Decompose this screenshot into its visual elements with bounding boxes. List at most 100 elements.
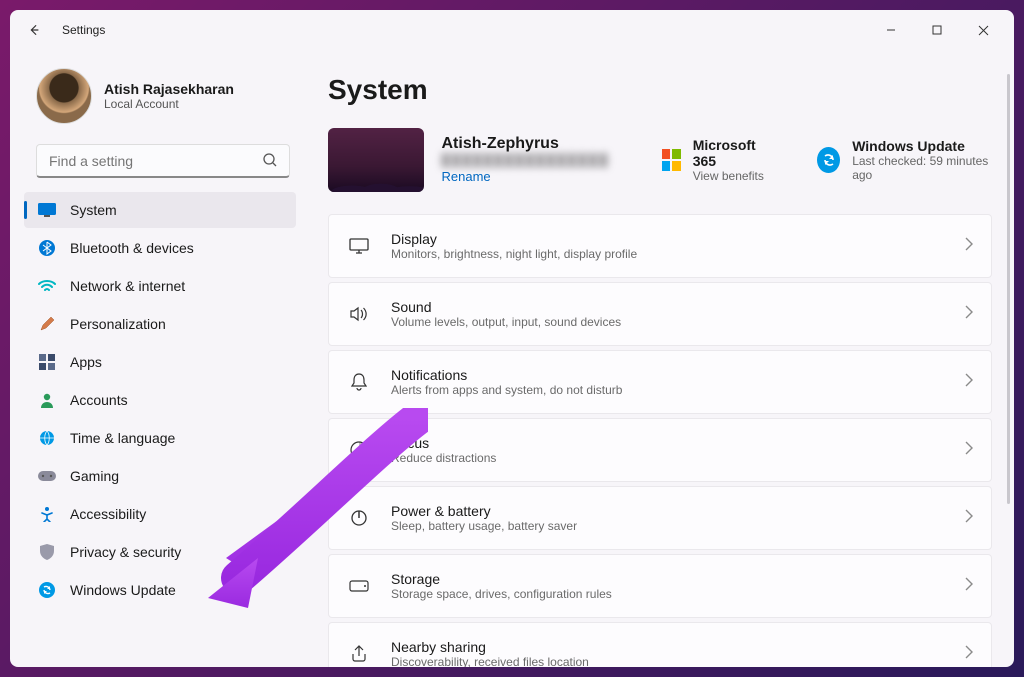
microsoft-365-tile[interactable]: Microsoft 365 View benefits xyxy=(662,137,772,183)
monitor-icon xyxy=(349,236,369,256)
drive-icon xyxy=(349,576,369,596)
card-sub: Monitors, brightness, night light, displ… xyxy=(391,247,965,261)
nav-label: Gaming xyxy=(70,468,119,484)
scrollbar[interactable] xyxy=(1007,74,1010,504)
minimize-button[interactable] xyxy=(868,14,914,46)
globe-icon xyxy=(38,429,56,447)
device-hero: Atish-Zephyrus ████████████████ Rename M… xyxy=(328,128,1008,192)
main-content: System Atish-Zephyrus ████████████████ R… xyxy=(310,50,1014,667)
shield-icon xyxy=(38,543,56,561)
titlebar: Settings xyxy=(10,10,1014,50)
card-notifications[interactable]: NotificationsAlerts from apps and system… xyxy=(328,350,992,414)
card-display[interactable]: DisplayMonitors, brightness, night light… xyxy=(328,214,992,278)
window-controls xyxy=(868,14,1006,46)
card-sub: Reduce distractions xyxy=(391,451,965,465)
search-icon xyxy=(262,152,278,173)
nav-label: Accessibility xyxy=(70,506,146,522)
search-input[interactable] xyxy=(36,144,290,178)
windows-update-tile[interactable]: Windows Update Last checked: 59 minutes … xyxy=(817,138,992,182)
card-sub: Sleep, battery usage, battery saver xyxy=(391,519,965,533)
nav-label: Accounts xyxy=(70,392,128,408)
chevron-right-icon xyxy=(965,305,973,324)
card-title: Focus xyxy=(391,435,965,451)
sidebar-item-apps[interactable]: Apps xyxy=(24,344,296,380)
sidebar-item-accounts[interactable]: Accounts xyxy=(24,382,296,418)
rename-link[interactable]: Rename xyxy=(442,169,491,184)
sidebar-item-system[interactable]: System xyxy=(24,192,296,228)
accessibility-icon xyxy=(38,505,56,523)
maximize-icon xyxy=(932,25,942,35)
card-title: Notifications xyxy=(391,367,965,383)
speaker-icon xyxy=(349,304,369,324)
back-arrow-icon xyxy=(27,23,41,37)
nav-label: Personalization xyxy=(70,316,166,332)
maximize-button[interactable] xyxy=(914,14,960,46)
nav-label: Bluetooth & devices xyxy=(70,240,194,256)
wifi-icon xyxy=(38,277,56,295)
card-sub: Volume levels, output, input, sound devi… xyxy=(391,315,965,329)
sidebar-item-personalization[interactable]: Personalization xyxy=(24,306,296,342)
card-title: Power & battery xyxy=(391,503,965,519)
card-title: Storage xyxy=(391,571,965,587)
ms365-title: Microsoft 365 xyxy=(693,137,772,169)
pc-spec-blurred: ████████████████ xyxy=(442,153,610,167)
sidebar-item-time-language[interactable]: Time & language xyxy=(24,420,296,456)
card-title: Display xyxy=(391,231,965,247)
bell-icon xyxy=(349,372,369,392)
pc-name: Atish-Zephyrus xyxy=(442,135,610,153)
display-icon xyxy=(38,201,56,219)
nav-label: Privacy & security xyxy=(70,544,181,560)
nav-label: System xyxy=(70,202,117,218)
update-icon xyxy=(38,581,56,599)
page-title: System xyxy=(328,74,1008,106)
user-name: Atish Rajasekharan xyxy=(104,81,234,97)
bluetooth-icon xyxy=(38,239,56,257)
paintbrush-icon xyxy=(38,315,56,333)
update-icon xyxy=(817,147,840,173)
settings-cards: DisplayMonitors, brightness, night light… xyxy=(328,214,1008,667)
chevron-right-icon xyxy=(965,577,973,596)
gamepad-icon xyxy=(38,467,56,485)
card-nearby-sharing[interactable]: Nearby sharingDiscoverability, received … xyxy=(328,622,992,667)
user-profile[interactable]: Atish Rajasekharan Local Account xyxy=(18,50,302,144)
window-title: Settings xyxy=(62,23,105,37)
chevron-right-icon xyxy=(965,237,973,256)
nav-label: Apps xyxy=(70,354,102,370)
card-sound[interactable]: SoundVolume levels, output, input, sound… xyxy=(328,282,992,346)
card-storage[interactable]: StorageStorage space, drives, configurat… xyxy=(328,554,992,618)
card-title: Sound xyxy=(391,299,965,315)
wu-title: Windows Update xyxy=(852,138,992,154)
wu-sub: Last checked: 59 minutes ago xyxy=(852,154,992,182)
chevron-right-icon xyxy=(965,645,973,664)
back-button[interactable] xyxy=(18,14,50,46)
card-title: Nearby sharing xyxy=(391,639,965,655)
nav-label: Windows Update xyxy=(70,582,176,598)
sidebar-item-bluetooth[interactable]: Bluetooth & devices xyxy=(24,230,296,266)
sidebar-item-windows-update[interactable]: Windows Update xyxy=(24,572,296,608)
sidebar: Atish Rajasekharan Local Account System … xyxy=(10,50,310,667)
card-sub: Alerts from apps and system, do not dist… xyxy=(391,383,965,397)
chevron-right-icon xyxy=(965,441,973,460)
user-account-type: Local Account xyxy=(104,97,234,111)
card-power[interactable]: Power & batterySleep, battery usage, bat… xyxy=(328,486,992,550)
minimize-icon xyxy=(886,25,896,35)
close-icon xyxy=(978,25,989,36)
person-icon xyxy=(38,391,56,409)
close-button[interactable] xyxy=(960,14,1006,46)
card-sub: Storage space, drives, configuration rul… xyxy=(391,587,965,601)
sidebar-item-network[interactable]: Network & internet xyxy=(24,268,296,304)
card-focus[interactable]: FocusReduce distractions xyxy=(328,418,992,482)
sidebar-item-accessibility[interactable]: Accessibility xyxy=(24,496,296,532)
settings-window: Settings Atish Rajasekharan Local Accoun… xyxy=(10,10,1014,667)
ms365-sub: View benefits xyxy=(693,169,772,183)
focus-icon xyxy=(349,440,369,460)
nav-label: Time & language xyxy=(70,430,175,446)
desktop-thumbnail[interactable] xyxy=(328,128,424,192)
power-icon xyxy=(349,508,369,528)
apps-icon xyxy=(38,353,56,371)
chevron-right-icon xyxy=(965,509,973,528)
sidebar-item-privacy[interactable]: Privacy & security xyxy=(24,534,296,570)
nav-label: Network & internet xyxy=(70,278,185,294)
sidebar-item-gaming[interactable]: Gaming xyxy=(24,458,296,494)
avatar xyxy=(36,68,92,124)
